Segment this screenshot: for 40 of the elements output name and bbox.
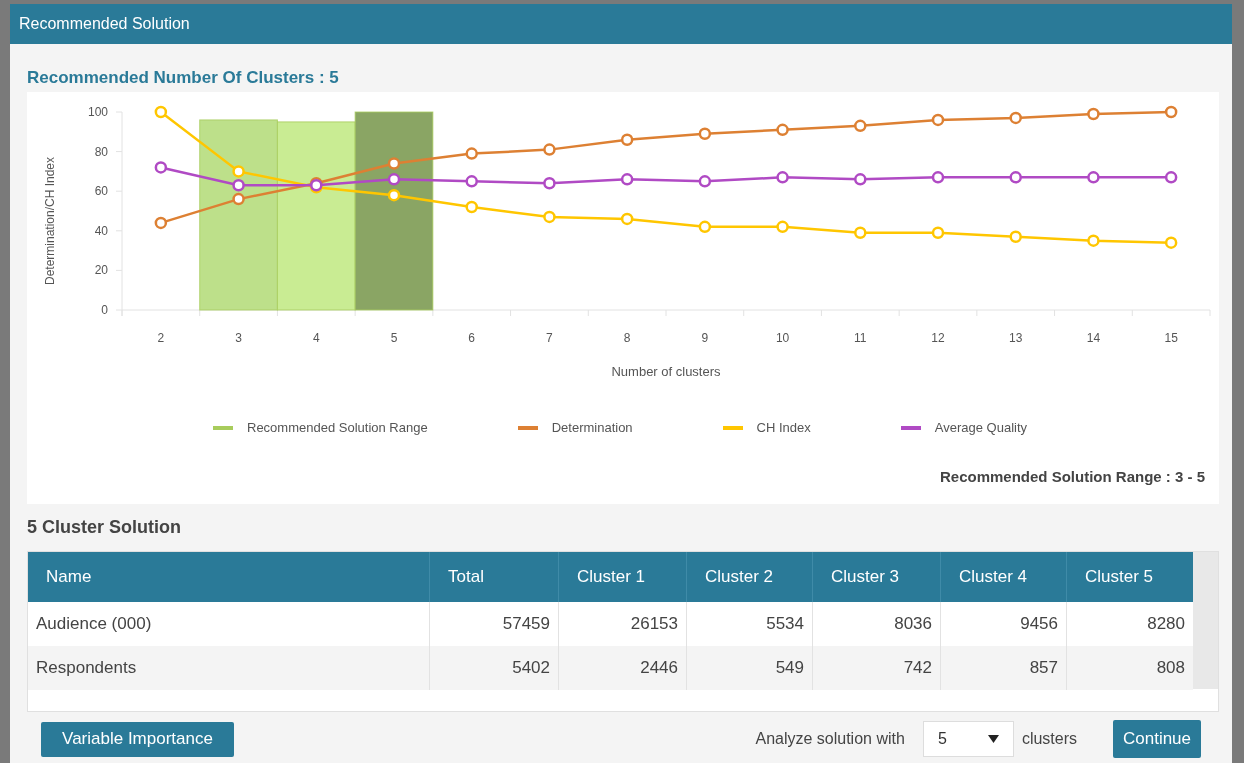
legend-label: Average Quality <box>934 419 1028 438</box>
range-note: Recommended Solution Range : 3 - 5 <box>939 467 1205 487</box>
x-tick-label: 14 <box>1086 331 1101 345</box>
dialog-title: Recommended Solution <box>19 14 190 34</box>
table-cell: 857 <box>940 646 1066 690</box>
y-tick-label: 80 <box>94 144 108 159</box>
y-axis-title: Determination/CH Index <box>43 156 57 286</box>
table-cell: 5402 <box>429 646 558 690</box>
x-tick-label: 8 <box>623 331 631 345</box>
legend-label: Determination <box>551 419 633 438</box>
recommended-heading: Recommended Number Of Clusters : 5 <box>27 68 340 88</box>
x-tick-label: 3 <box>235 331 242 345</box>
x-tick-label: 4 <box>312 331 320 345</box>
y-tick-label: 60 <box>94 184 108 199</box>
x-tick-label: 9 <box>701 331 709 345</box>
x-tick-label: 15 <box>1164 331 1178 345</box>
x-axis-title: Number of clusters <box>611 364 721 379</box>
x-tick-label: 2 <box>157 331 165 345</box>
table-cell: 549 <box>686 646 812 690</box>
clusters-label: clusters <box>1021 729 1077 749</box>
y-tick-label: 0 <box>101 303 108 317</box>
legend-label: CH Index <box>756 419 811 438</box>
x-tick-label: 10 <box>775 331 790 345</box>
y-tick-label: 20 <box>94 263 108 278</box>
x-tick-label: 11 <box>854 331 867 345</box>
analyze-label: Analyze solution with <box>755 729 905 749</box>
legend-label: Recommended Solution Range <box>247 419 428 438</box>
x-tick-label: 7 <box>546 331 553 345</box>
y-tick-label: 100 <box>87 105 108 119</box>
y-tick-label: 40 <box>94 223 108 238</box>
table-cell: 2446 <box>558 646 686 690</box>
x-tick-label: 13 <box>1009 331 1023 345</box>
table-cell-text: Audience (000) <box>35 613 153 636</box>
solution-title: 5 Cluster Solution <box>27 516 182 539</box>
table-cell-text: Respondents <box>35 657 138 680</box>
x-tick-label: 5 <box>390 331 398 345</box>
x-tick-label: 6 <box>468 331 476 345</box>
x-tick-label: 12 <box>931 331 945 345</box>
table-cell: 742 <box>812 646 940 690</box>
column-header: Name <box>45 566 93 589</box>
